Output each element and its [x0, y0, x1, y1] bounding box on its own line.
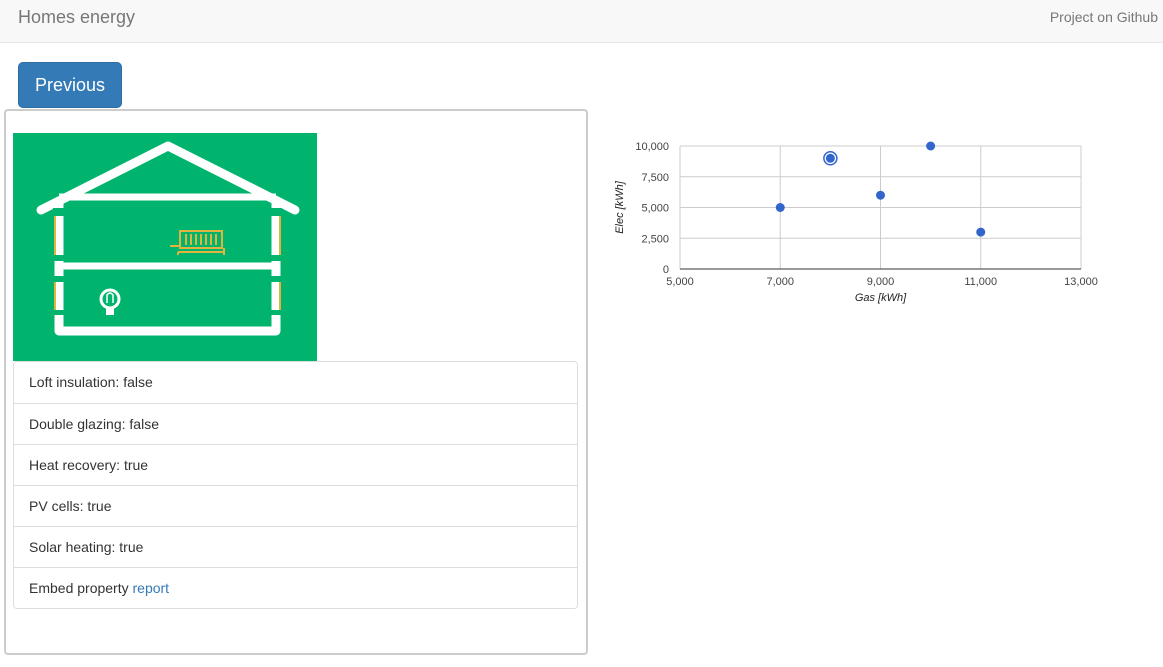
data-point — [825, 153, 835, 163]
data-point — [976, 227, 986, 237]
x-tick-label: 13,000 — [1064, 276, 1098, 288]
x-tick-label: 5,000 — [666, 276, 694, 288]
light-bulb-icon — [99, 288, 121, 315]
y-axis-title: Elec [kWh] — [614, 180, 626, 234]
feature-value: true — [87, 498, 112, 514]
list-item: PV cells: true — [14, 485, 577, 526]
data-point — [876, 190, 885, 200]
y-tick-label: 2,500 — [641, 233, 669, 245]
x-axis-title: Gas [kWh] — [855, 292, 907, 304]
y-tick-label: 10,000 — [635, 141, 669, 153]
data-point — [926, 141, 936, 151]
radiator-icon — [170, 230, 225, 255]
feature-key: Loft insulation: — [29, 374, 120, 390]
feature-value: false — [129, 416, 159, 432]
navbar: Homes energy Project on Github — [0, 0, 1163, 43]
house-image — [13, 133, 317, 361]
embed-text: Embed property — [29, 580, 129, 596]
y-tick-label: 5,000 — [641, 203, 669, 215]
report-link[interactable]: report — [133, 580, 170, 596]
property-panel: Loft insulation: false Double glazing: f… — [4, 109, 588, 655]
list-item: Double glazing: false — [14, 403, 577, 444]
y-tick-label: 7,500 — [641, 172, 669, 184]
scatter-chart: 5,000 7,000 9,000 11,000 13,000 0 2,500 5,000 7,… — [600, 130, 1120, 325]
feature-value: true — [123, 457, 149, 473]
github-link[interactable]: Project on Github — [1050, 8, 1158, 26]
feature-value: false — [123, 374, 153, 390]
list-item: Heat recovery: true — [14, 444, 577, 485]
list-item: Solar heating: true — [14, 526, 577, 567]
brand-link[interactable]: Homes energy — [18, 6, 135, 28]
house-outline-icon — [36, 141, 300, 336]
feature-key: PV cells: — [29, 498, 84, 514]
y-tick-label: 0 — [663, 264, 669, 276]
x-tick-label: 9,000 — [867, 276, 895, 288]
feature-list: Loft insulation: false Double glazing: f… — [13, 361, 578, 609]
feature-value: true — [119, 539, 144, 555]
x-tick-label: 11,000 — [964, 276, 997, 288]
chart-svg: 5,000 7,000 9,000 11,000 13,000 0 2,500 5,000 7,… — [614, 141, 1098, 304]
feature-key: Heat recovery: — [29, 457, 121, 473]
feature-key: Double glazing: — [29, 416, 126, 432]
embed-item: Embed property report — [14, 567, 577, 608]
data-point — [775, 203, 785, 212]
x-tick-label: 7,000 — [766, 276, 794, 288]
previous-button[interactable]: Previous — [18, 62, 122, 108]
feature-key: Solar heating: — [29, 539, 116, 555]
list-item: Loft insulation: false — [14, 362, 577, 403]
